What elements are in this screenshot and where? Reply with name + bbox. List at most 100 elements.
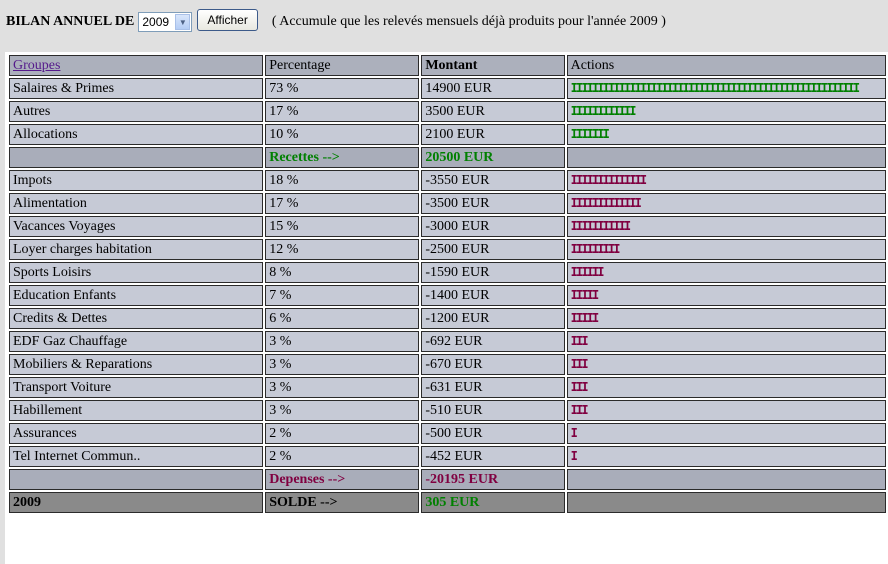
table-row: EDF Gaz Chauffage 3 % -692 EUR III (9, 331, 886, 352)
amount: -2500 EUR (421, 239, 565, 260)
bar-cell: III (566, 400, 886, 421)
amount: -670 EUR (421, 354, 565, 375)
subtotal-label: Depenses --> (265, 469, 420, 490)
bar-cell: I (566, 423, 886, 444)
amount: -3500 EUR (421, 193, 565, 214)
table-row: Loyer charges habitation 12 % -2500 EUR III… (9, 239, 886, 260)
amount: 3500 EUR (421, 101, 565, 122)
table-row: Transport Voiture 3 % -631 EUR III (9, 377, 886, 398)
proportion-bar: IIIIIIIIIII (570, 218, 631, 233)
subtotal-amount-text: -20195 EUR (425, 471, 499, 487)
proportion-bar: III (570, 402, 589, 417)
percentage: 8 % (265, 262, 420, 283)
proportion-bar: IIIIIIIIIIIII (570, 195, 642, 210)
amount: -452 EUR (421, 446, 565, 467)
subtotal-label-text: Recettes --> (269, 149, 340, 165)
proportion-bar: IIIIIIIIIIIIIIIIIIIIIIIIIIIIIIIIIIIIIIII… (570, 80, 860, 95)
page-title: BILAN ANNUEL DE (6, 14, 135, 29)
balance-amount-text: 305 EUR (425, 494, 480, 510)
group-name: Education Enfants (9, 285, 264, 306)
subtotal-amount-text: 20500 EUR (425, 149, 494, 165)
subtotal-label: Recettes --> (265, 147, 420, 168)
annual-report-table: Groupes Percentage Montant Actions Salaires … (7, 53, 888, 515)
amount: -1400 EUR (421, 285, 565, 306)
proportion-bar: IIIIIIIIIIII (570, 103, 637, 118)
bar-cell: IIIIIIIIIIIIIIIIIIIIIIIIIIIIIIIIIIIIIIII… (566, 78, 886, 99)
percentage: 18 % (265, 170, 420, 191)
percentage: 3 % (265, 400, 420, 421)
proportion-bar: IIIII (570, 310, 599, 325)
amount: -692 EUR (421, 331, 565, 352)
proportion-bar: III (570, 333, 589, 348)
group-name: Allocations (9, 124, 264, 145)
percentage: 73 % (265, 78, 420, 99)
group-name: Tel Internet Commun.. (9, 446, 264, 467)
balance-amount: 305 EUR (421, 492, 565, 513)
bar-cell: I (566, 446, 886, 467)
balance-row: 2009 SOLDE --> 305 EUR (9, 492, 886, 513)
amount: -500 EUR (421, 423, 565, 444)
group-name: Assurances (9, 423, 264, 444)
bar-cell: IIIIIII (566, 124, 886, 145)
group-name: Alimentation (9, 193, 264, 214)
percentage: 15 % (265, 216, 420, 237)
subtotal-amount: -20195 EUR (421, 469, 565, 490)
chevron-down-icon[interactable]: ▼ (175, 14, 191, 30)
table-row: Allocations 10 % 2100 EUR IIIIIII (9, 124, 886, 145)
amount: -3000 EUR (421, 216, 565, 237)
bar-cell: III (566, 331, 886, 352)
column-header-groups: Groupes (9, 55, 264, 76)
bar-cell: IIIII (566, 285, 886, 306)
group-name: Loyer charges habitation (9, 239, 264, 260)
table-row: Impots 18 % -3550 EUR IIIIIIIIIIIIII (9, 170, 886, 191)
proportion-bar: IIIIIIIIIIIIII (570, 172, 647, 187)
percentage: 2 % (265, 446, 420, 467)
percentage: 17 % (265, 193, 420, 214)
percentage: 7 % (265, 285, 420, 306)
group-name: Sports Loisirs (9, 262, 264, 283)
bar-cell: III (566, 377, 886, 398)
group-name: Salaires & Primes (9, 78, 264, 99)
show-button[interactable]: Afficher (197, 9, 258, 31)
group-name: EDF Gaz Chauffage (9, 331, 264, 352)
table-row: Tel Internet Commun.. 2 % -452 EUR I (9, 446, 886, 467)
bar-cell: IIIIII (566, 262, 886, 283)
table-header-row: Groupes Percentage Montant Actions (9, 55, 886, 76)
table-row: Salaires & Primes 73 % 14900 EUR IIIIIIIIII… (9, 78, 886, 99)
proportion-bar: IIIIIIIII (570, 241, 621, 256)
table-row: Vacances Voyages 15 % -3000 EUR IIIIIIIIIII (9, 216, 886, 237)
balance-label: SOLDE --> (265, 492, 420, 513)
table-row: Credits & Dettes 6 % -1200 EUR IIIII (9, 308, 886, 329)
expenses-total-row: Depenses --> -20195 EUR (9, 469, 886, 490)
table-row: Assurances 2 % -500 EUR I (9, 423, 886, 444)
year-select-value: 2009 (142, 15, 170, 29)
group-name: Impots (9, 170, 264, 191)
subtotal-amount: 20500 EUR (421, 147, 565, 168)
amount: -1200 EUR (421, 308, 565, 329)
proportion-bar: I (570, 425, 578, 440)
empty-cell (566, 147, 886, 168)
table-row: Habillement 3 % -510 EUR III (9, 400, 886, 421)
amount: -3550 EUR (421, 170, 565, 191)
empty-cell (9, 469, 264, 490)
year-select[interactable]: 2009 ▼ (138, 12, 193, 32)
group-name: Habillement (9, 400, 264, 421)
group-name: Vacances Voyages (9, 216, 264, 237)
group-name: Credits & Dettes (9, 308, 264, 329)
percentage: 3 % (265, 354, 420, 375)
proportion-bar: I (570, 448, 578, 463)
amount: 2100 EUR (421, 124, 565, 145)
groups-sort-link[interactable]: Groupes (13, 58, 60, 73)
bar-cell: IIIIIIIIIII (566, 216, 886, 237)
income-total-row: Recettes --> 20500 EUR (9, 147, 886, 168)
percentage: 6 % (265, 308, 420, 329)
group-name: Mobiliers & Reparations (9, 354, 264, 375)
percentage: 3 % (265, 331, 420, 352)
empty-cell (566, 469, 886, 490)
table-row: Autres 17 % 3500 EUR IIIIIIIIIIII (9, 101, 886, 122)
proportion-bar: III (570, 356, 589, 371)
table-row: Education Enfants 7 % -1400 EUR IIIII (9, 285, 886, 306)
percentage: 3 % (265, 377, 420, 398)
bar-cell: IIIIIIIII (566, 239, 886, 260)
table-row: Mobiliers & Reparations 3 % -670 EUR III (9, 354, 886, 375)
